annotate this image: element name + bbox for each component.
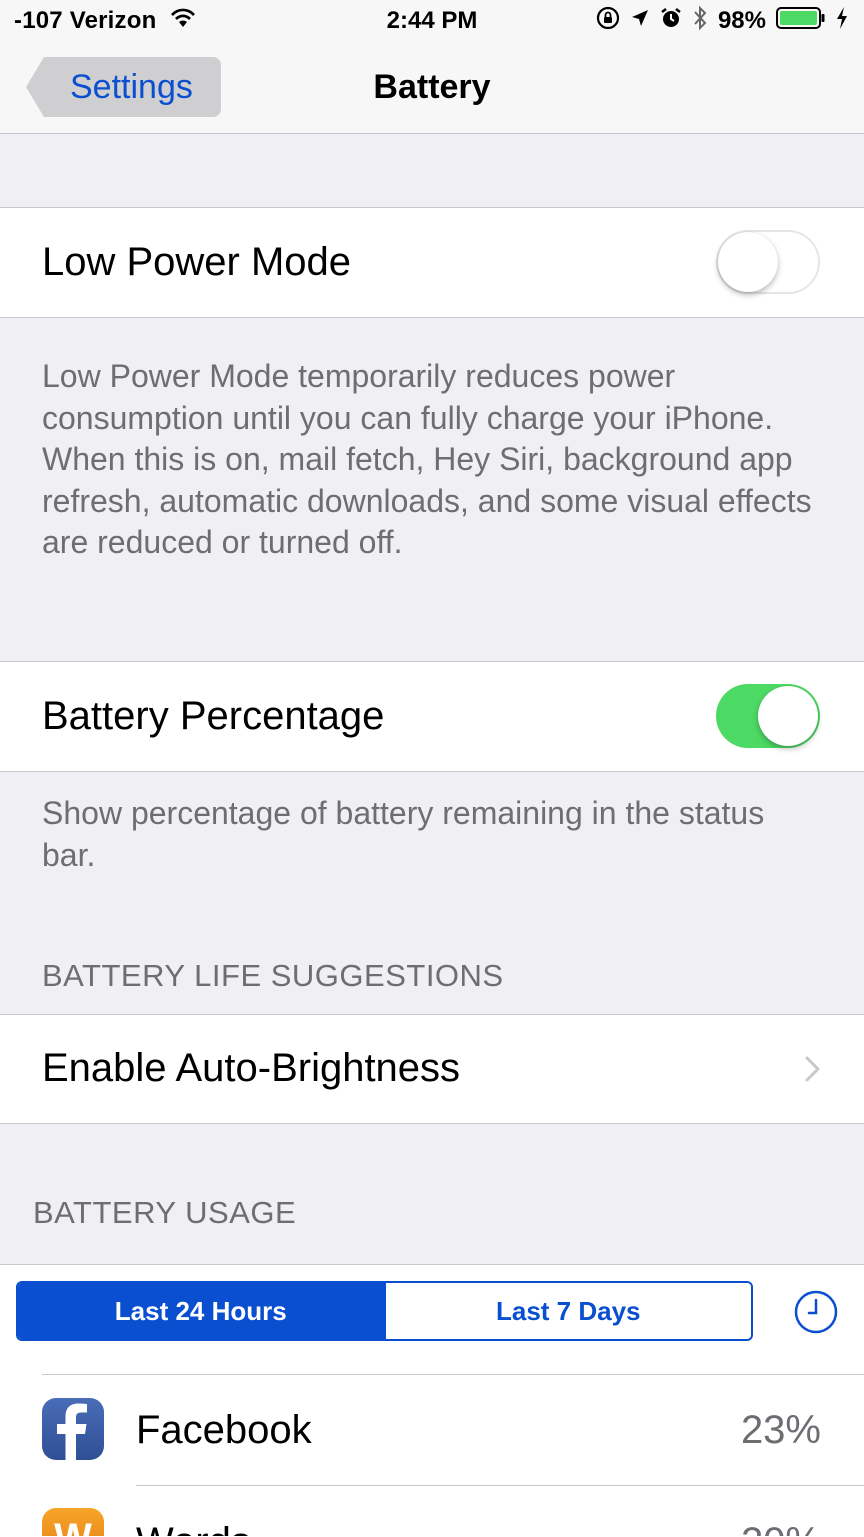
location-icon	[630, 7, 650, 35]
tab-last-7-days[interactable]: Last 7 Days	[383, 1283, 751, 1339]
battery-percentage-label: Battery Percentage	[42, 694, 385, 738]
battery-icon	[776, 6, 826, 37]
chevron-right-icon	[804, 1055, 822, 1088]
list-item[interactable]: W Words 20%	[0, 1486, 864, 1536]
bluetooth-icon	[692, 4, 708, 39]
list-item[interactable]	[0, 1376, 864, 1484]
usage-period-segmented-control[interactable]: Last 24 Hours Last 7 Days	[16, 1281, 753, 1341]
battery-percentage-toggle[interactable]	[716, 684, 820, 748]
low-power-mode-label: Low Power Mode	[42, 240, 352, 284]
status-right-icons: 98%	[596, 4, 848, 39]
battery-usage-header: BATTERY USAGE	[33, 1195, 297, 1230]
app-name: Words	[136, 1520, 251, 1536]
toggle-knob	[758, 686, 818, 746]
words-icon: W	[42, 1508, 104, 1536]
battery-percentage-description: Show percentage of battery remaining in …	[42, 795, 765, 873]
app-usage-percent: 23%	[740, 1408, 821, 1452]
clock-icon[interactable]	[794, 1290, 838, 1339]
toggle-knob	[718, 232, 778, 292]
low-power-mode-description: Low Power Mode temporarily reduces power…	[42, 358, 812, 560]
divider	[42, 1374, 864, 1375]
low-power-mode-toggle[interactable]	[716, 230, 820, 294]
tab-last-24-hours[interactable]: Last 24 Hours	[18, 1283, 384, 1339]
enable-auto-brightness-label[interactable]: Enable Auto-Brightness	[42, 1046, 460, 1091]
page-title: Battery	[373, 68, 491, 106]
app-name: Facebook	[136, 1408, 312, 1452]
facebook-icon	[42, 1398, 104, 1460]
app-usage-percent: 20%	[741, 1520, 821, 1536]
battery-percent: 98%	[717, 7, 766, 34]
orientation-lock-icon	[596, 6, 620, 37]
battery-life-suggestions-header: BATTERY LIFE SUGGESTIONS	[42, 958, 504, 993]
charging-icon	[836, 6, 848, 36]
alarm-icon	[660, 7, 682, 36]
